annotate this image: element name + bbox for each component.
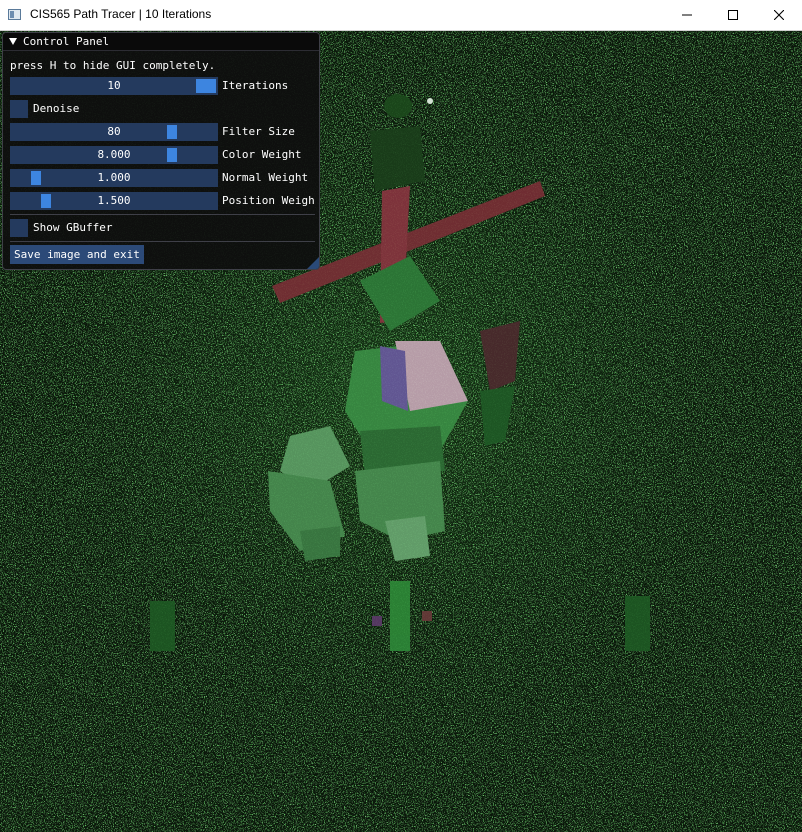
normal-weight-label: Normal Weight	[222, 171, 309, 184]
iterations-label: Iterations	[222, 79, 289, 92]
close-icon	[774, 10, 784, 20]
color-weight-slider-grab[interactable]	[167, 148, 177, 162]
normal-weight-row: 1.000 Normal Weight	[10, 169, 319, 187]
maximize-icon	[728, 10, 738, 20]
app-window-icon	[8, 9, 21, 20]
position-weight-label: Position Weigh	[222, 194, 315, 207]
filter-size-slider-grab[interactable]	[167, 125, 177, 139]
show-gbuffer-row: Show GBuffer	[10, 219, 319, 237]
denoise-checkbox[interactable]	[10, 100, 28, 118]
separator	[10, 214, 315, 215]
normal-weight-slider[interactable]: 1.000	[10, 169, 218, 187]
panel-title-bar[interactable]: Control Panel	[3, 33, 319, 51]
maximize-button[interactable]	[710, 0, 756, 30]
show-gbuffer-label[interactable]: Show GBuffer	[33, 221, 112, 234]
position-weight-row: 1.500 Position Weigh	[10, 192, 319, 210]
color-weight-slider[interactable]: 8.000	[10, 146, 218, 164]
normal-weight-value: 1.000	[97, 171, 131, 184]
iterations-row: 10 Iterations	[10, 77, 319, 95]
panel-title: Control Panel	[23, 35, 110, 48]
filter-size-value: 80	[107, 125, 121, 138]
position-weight-slider-grab[interactable]	[41, 194, 51, 208]
iterations-value: 10	[107, 79, 121, 92]
normal-weight-slider-grab[interactable]	[31, 171, 41, 185]
window-title: CIS565 Path Tracer | 10 Iterations	[30, 7, 212, 21]
filter-size-slider[interactable]: 80	[10, 123, 218, 141]
minimize-icon	[682, 14, 692, 16]
color-weight-label: Color Weight	[222, 148, 302, 161]
resize-grip[interactable]	[307, 257, 319, 269]
filter-size-label: Filter Size	[222, 125, 295, 138]
app-window: CIS565 Path Tracer | 10 Iterations Contr…	[0, 0, 802, 832]
separator	[10, 241, 315, 242]
save-image-button[interactable]: Save image and exit	[10, 245, 144, 264]
denoise-label[interactable]: Denoise	[33, 102, 79, 115]
position-weight-slider[interactable]: 1.500	[10, 192, 218, 210]
color-weight-row: 8.000 Color Weight	[10, 146, 319, 164]
color-weight-value: 8.000	[97, 148, 131, 161]
close-button[interactable]	[756, 0, 802, 30]
iterations-slider[interactable]: 10	[10, 77, 218, 95]
title-bar[interactable]: CIS565 Path Tracer | 10 Iterations	[0, 0, 802, 31]
show-gbuffer-checkbox[interactable]	[10, 219, 28, 237]
denoise-row: Denoise	[10, 100, 319, 118]
minimize-button[interactable]	[664, 0, 710, 30]
control-panel: Control Panel press H to hide GUI comple…	[2, 32, 320, 270]
collapse-triangle-icon[interactable]	[9, 38, 17, 45]
filter-size-row: 80 Filter Size	[10, 123, 319, 141]
hide-gui-hint: press H to hide GUI completely.	[10, 59, 216, 72]
